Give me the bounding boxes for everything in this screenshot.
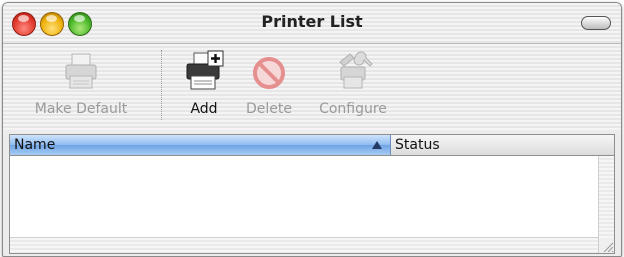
add-button[interactable]: Add bbox=[179, 50, 229, 117]
add-printer-icon bbox=[183, 50, 225, 94]
configure-button[interactable]: Configure bbox=[308, 50, 398, 117]
column-status-label: Status bbox=[395, 137, 440, 153]
window-title: Printer List bbox=[261, 12, 363, 31]
column-header-name[interactable]: Name bbox=[10, 135, 391, 155]
printer-table: Name Status bbox=[9, 134, 615, 254]
toolbar-separator bbox=[161, 50, 162, 120]
column-header-status[interactable]: Status bbox=[391, 135, 614, 155]
delete-button[interactable]: Delete bbox=[239, 50, 299, 117]
make-default-label: Make Default bbox=[34, 101, 128, 117]
printer-list-window: Printer List Make Default Add Delete Con… bbox=[2, 2, 622, 257]
delete-label: Delete bbox=[246, 101, 292, 117]
sort-ascending-icon bbox=[372, 141, 382, 149]
toolbar-toggle-button[interactable] bbox=[581, 16, 611, 30]
delete-icon bbox=[248, 50, 290, 94]
table-body[interactable] bbox=[10, 156, 598, 237]
horizontal-scrollbar[interactable] bbox=[10, 237, 598, 253]
add-label: Add bbox=[190, 101, 218, 117]
resize-grip-icon[interactable] bbox=[599, 238, 614, 253]
column-name-label: Name bbox=[14, 137, 56, 153]
configure-label: Configure bbox=[319, 101, 387, 117]
printer-default-icon bbox=[60, 50, 102, 94]
configure-printer-icon bbox=[332, 50, 374, 94]
title-bar[interactable]: Printer List bbox=[3, 3, 621, 44]
make-default-button[interactable]: Make Default bbox=[21, 50, 141, 117]
toolbar: Make Default Add Delete Configure bbox=[3, 44, 621, 130]
table-header: Name Status bbox=[10, 135, 614, 156]
